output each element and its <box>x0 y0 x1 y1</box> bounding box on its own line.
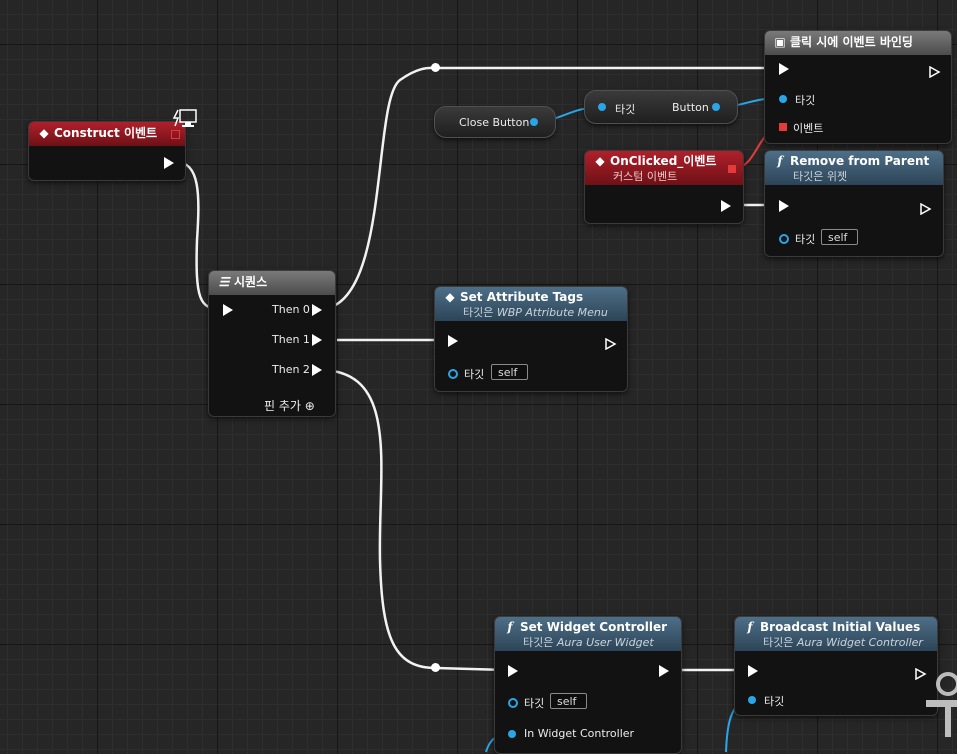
bind-exec-out-pin[interactable] <box>929 63 941 79</box>
sequence-then1-pin[interactable] <box>312 334 322 346</box>
broadcast-target-label: 타깃 <box>764 695 785 708</box>
sequence-exec-in-pin[interactable] <box>223 304 233 316</box>
set-attr-target-label: 타깃 <box>464 368 485 381</box>
set-widget-controller-title: Set Widget Controller <box>520 620 668 634</box>
sequence-add-pin-label: 핀 추가 <box>264 399 301 413</box>
sequence-then0-pin[interactable] <box>312 304 322 316</box>
sequence-icon: ☰ <box>218 275 230 289</box>
set-widget-target-pin[interactable] <box>508 698 518 708</box>
onclicked-header[interactable]: ◆ OnClicked_이벤트 커스텀 이벤트 <box>585 151 743 185</box>
sequence-then1-label: Then 1 <box>272 333 310 346</box>
remove-target-self-field[interactable]: self <box>821 229 858 245</box>
set-attribute-tags-subtitle-prefix: 타깃은 <box>463 306 497 319</box>
set-widget-target-self-field[interactable]: self <box>550 693 587 709</box>
cast-target-label: 타깃 <box>615 103 636 116</box>
set-attr-exec-out-pin[interactable] <box>605 335 617 351</box>
broadcast-exec-in-pin[interactable] <box>748 665 758 677</box>
close-button-out-pin[interactable] <box>530 118 538 126</box>
broadcast-header[interactable]: f Broadcast Initial Values 타깃은 Aura Widge… <box>735 617 937 651</box>
onclicked-custom-event-node[interactable]: ◆ OnClicked_이벤트 커스텀 이벤트 <box>584 150 744 224</box>
event-diamond-icon: ◆ <box>39 126 49 140</box>
set-widget-controller-node[interactable]: f Set Widget Controller 타깃은 Aura User Wid… <box>494 616 682 754</box>
broadcast-subtitle-class: Aura Widget Controller <box>796 636 923 649</box>
sequence-node[interactable]: ☰ 시퀀스 Then 0 Then 1 Then 2 핀 추가 ⊕ <box>208 270 336 417</box>
close-button-variable-node[interactable]: Close Button <box>434 106 556 138</box>
client-server-icon <box>172 108 198 130</box>
construct-event-header[interactable]: ◆ Construct 이벤트 <box>29 122 185 146</box>
bind-on-click-header[interactable]: ▣ 클릭 시에 이벤트 바인딩 <box>765 31 951 55</box>
event-diamond-icon: ◆ <box>595 154 605 168</box>
set-attribute-tags-subtitle: 타깃은 WBP Attribute Menu <box>443 305 619 321</box>
remove-from-parent-node[interactable]: f Remove from Parent 타깃은 위젯 타깃 self <box>764 150 944 257</box>
onclicked-exec-out-pin[interactable] <box>721 200 731 212</box>
set-widget-controller-subtitle-class: Aura User Widget <box>556 636 654 649</box>
remove-from-parent-header[interactable]: f Remove from Parent 타깃은 위젯 <box>765 151 943 185</box>
reroute-knot-bottom[interactable] <box>431 663 440 672</box>
bind-exec-in-pin[interactable] <box>779 63 789 75</box>
construct-event-node[interactable]: ◆ Construct 이벤트 <box>28 121 186 181</box>
construct-exec-out-pin[interactable] <box>164 157 174 169</box>
set-widget-exec-in-pin[interactable] <box>508 665 518 677</box>
remove-exec-out-pin[interactable] <box>920 200 932 216</box>
bind-event-label: 이벤트 <box>793 122 824 135</box>
set-attr-exec-in-pin[interactable] <box>448 335 458 347</box>
construct-event-title: Construct 이벤트 <box>54 126 158 140</box>
bind-target-label: 타깃 <box>795 94 816 107</box>
function-icon: f <box>777 154 783 168</box>
bind-on-click-title: 클릭 시에 이벤트 바인딩 <box>790 35 913 49</box>
set-attribute-tags-subtitle-class: WBP Attribute Menu <box>496 306 608 319</box>
set-widget-controller-subtitle-prefix: 타깃은 <box>523 636 557 649</box>
cast-button-label: Button <box>672 101 709 114</box>
sequence-title: 시퀀스 <box>234 275 268 289</box>
set-attribute-tags-title: Set Attribute Tags <box>460 290 584 304</box>
set-attr-target-pin[interactable] <box>448 369 458 379</box>
remove-target-label: 타깃 <box>795 233 816 246</box>
bind-event-pin[interactable] <box>779 123 787 131</box>
set-widget-in-controller-label: In Widget Controller <box>524 727 635 740</box>
remove-from-parent-title: Remove from Parent <box>790 154 930 168</box>
cast-button-out-pin[interactable] <box>712 103 720 111</box>
remove-target-pin[interactable] <box>779 234 789 244</box>
bind-window-icon: ▣ <box>774 35 786 49</box>
broadcast-initial-values-node[interactable]: f Broadcast Initial Values 타깃은 Aura Widge… <box>734 616 938 716</box>
set-widget-in-controller-pin[interactable] <box>508 730 516 738</box>
set-widget-controller-header[interactable]: f Set Widget Controller 타깃은 Aura User Wid… <box>495 617 681 651</box>
onclicked-delegate-pin[interactable] <box>728 165 736 173</box>
add-pin-plus-icon: ⊕ <box>304 399 315 413</box>
sequence-then0-label: Then 0 <box>272 303 310 316</box>
sequence-header[interactable]: ☰ 시퀀스 <box>209 271 335 295</box>
set-widget-target-label: 타깃 <box>524 697 545 710</box>
broadcast-target-pin[interactable] <box>748 696 756 704</box>
broadcast-subtitle-prefix: 타깃은 <box>763 636 797 649</box>
broadcast-subtitle: 타깃은 Aura Widget Controller <box>743 635 929 651</box>
set-widget-exec-out-pin[interactable] <box>659 665 669 677</box>
reroute-knot-top[interactable] <box>431 63 440 72</box>
close-button-label: Close Button <box>459 116 530 129</box>
sequence-then2-label: Then 2 <box>272 363 310 376</box>
function-icon: f <box>747 620 753 634</box>
construct-delegate-pin[interactable] <box>171 130 180 139</box>
onclicked-subtitle: 커스텀 이벤트 <box>613 170 678 183</box>
set-attribute-tags-node[interactable]: ◆ Set Attribute Tags 타깃은 WBP Attribute Me… <box>434 286 628 392</box>
exec-wire-then2-setwidget <box>321 368 507 672</box>
remove-from-parent-subtitle: 타깃은 위젯 <box>793 170 848 183</box>
sequence-add-pin-button[interactable]: 핀 추가 ⊕ <box>264 397 315 414</box>
bind-target-pin[interactable] <box>779 95 787 103</box>
cast-target-in-pin[interactable] <box>598 103 606 111</box>
function-icon: f <box>507 620 513 634</box>
set-attr-target-self-field[interactable]: self <box>491 364 528 380</box>
cast-button-node[interactable]: 타깃 Button <box>584 90 738 124</box>
bind-on-click-node[interactable]: ▣ 클릭 시에 이벤트 바인딩 타깃 이벤트 <box>764 30 952 144</box>
set-widget-controller-subtitle: 타깃은 Aura User Widget <box>503 635 673 651</box>
sequence-then2-pin[interactable] <box>312 364 322 376</box>
partial-node-icon-right <box>926 664 957 744</box>
broadcast-title: Broadcast Initial Values <box>760 620 921 634</box>
remove-exec-in-pin[interactable] <box>779 200 789 212</box>
set-attribute-tags-header[interactable]: ◆ Set Attribute Tags 타깃은 WBP Attribute Me… <box>435 287 627 321</box>
onclicked-title: OnClicked_이벤트 <box>610 154 717 168</box>
function-diamond-icon: ◆ <box>445 290 455 304</box>
